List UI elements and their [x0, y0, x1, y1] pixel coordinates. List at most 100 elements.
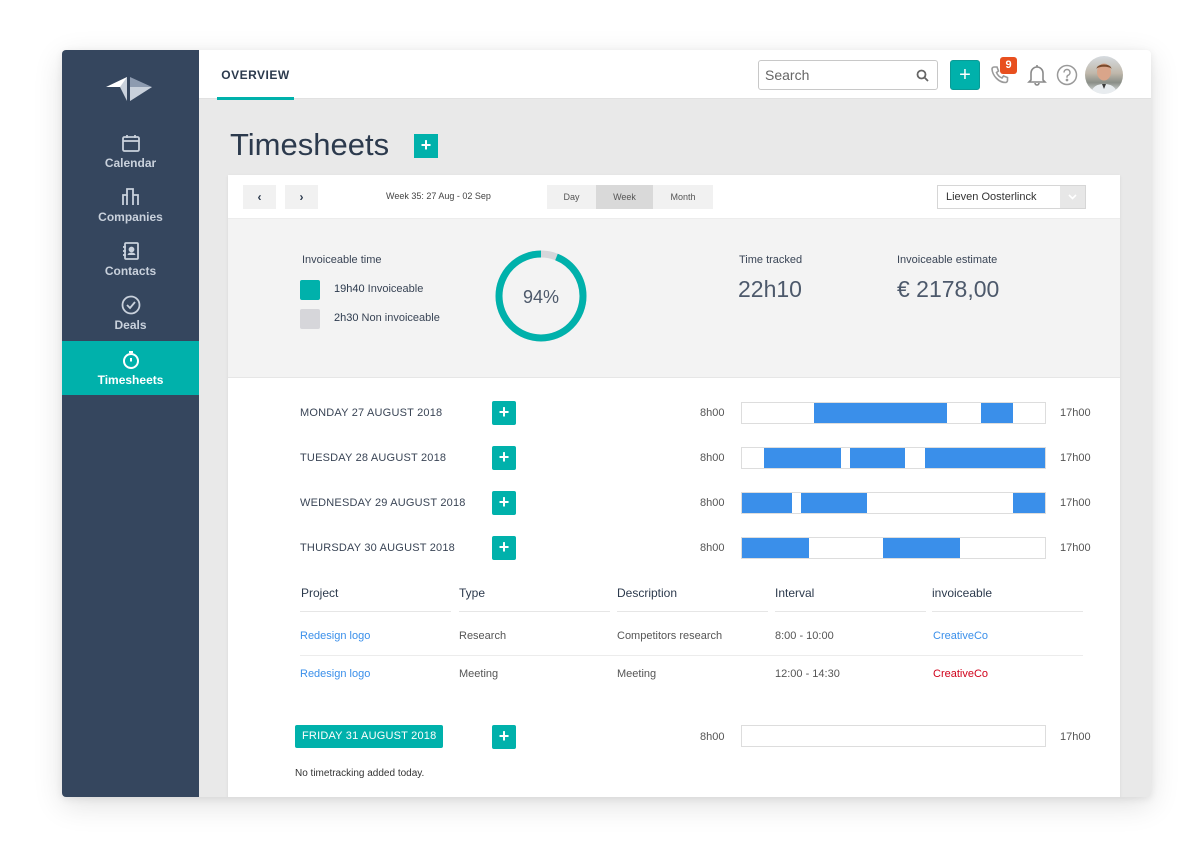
legend-label: Invoiceable — [367, 283, 424, 295]
prev-week-button[interactable]: ‹ — [243, 185, 276, 209]
legend-swatch-non-invoiceable — [300, 309, 320, 329]
timeline-end-label: 17h00 — [1060, 731, 1091, 743]
time-block[interactable] — [742, 493, 792, 513]
day-timeline[interactable] — [741, 492, 1046, 514]
sidebar-item-timesheets[interactable]: Timesheets — [62, 341, 199, 395]
day-timeline[interactable] — [741, 725, 1046, 747]
timeline-start-label: 8h00 — [700, 452, 725, 464]
client-link[interactable]: CreativeCo — [933, 630, 988, 642]
add-entry-button[interactable]: + — [492, 446, 516, 470]
description-cell: Meeting — [617, 668, 657, 680]
interval-cell: 8:00 - 10:00 — [775, 630, 834, 642]
add-entry-button[interactable]: + — [492, 536, 516, 560]
sidebar-item-label: Calendar — [104, 155, 157, 170]
time-block[interactable] — [883, 538, 961, 558]
timeline-end-label: 17h00 — [1060, 497, 1091, 509]
day-label: THURSDAY 30 AUGUST 2018 — [300, 542, 455, 554]
invoiceable-estimate-title: Invoiceable estimate — [897, 254, 998, 266]
help-icon[interactable] — [1056, 64, 1078, 86]
sidebar-item-deals[interactable]: Deals — [62, 286, 199, 340]
add-entry-button[interactable]: + — [492, 491, 516, 515]
type-cell: Research — [459, 630, 507, 642]
header-underline — [775, 611, 926, 612]
column-header-invoiceable[interactable]: invoiceable — [932, 586, 992, 600]
add-entry-button[interactable]: + — [492, 401, 516, 425]
app-window: Calendar Companies Contacts Deals Timesh… — [62, 50, 1151, 797]
quick-add-button[interactable]: + — [950, 60, 980, 90]
sidebar-item-companies[interactable]: Companies — [62, 178, 199, 232]
view-week-button[interactable]: Week — [596, 185, 653, 209]
header-underline — [459, 611, 610, 612]
add-timesheet-button[interactable]: + — [414, 134, 438, 158]
header-underline — [932, 611, 1083, 612]
stopwatch-icon — [122, 350, 139, 369]
sidebar-item-contacts[interactable]: Contacts — [62, 232, 199, 286]
user-select-value: Lieven Oosterlinck — [946, 191, 1037, 203]
day-label: MONDAY 27 AUGUST 2018 — [300, 407, 443, 419]
day-label-highlighted[interactable]: FRIDAY 31 AUGUST 2018 — [295, 725, 444, 748]
column-header-type[interactable]: Type — [459, 586, 485, 600]
view-month-button[interactable]: Month — [653, 185, 713, 209]
week-label: Week 35: 27 Aug - 02 Sep — [386, 191, 491, 201]
day-timeline[interactable] — [741, 447, 1046, 469]
contacts-icon — [122, 241, 139, 260]
client-link[interactable]: CreativeCo — [933, 668, 988, 680]
app-logo-icon[interactable] — [106, 74, 152, 102]
legend-value: 19h40 — [334, 283, 365, 295]
timeline-end-label: 17h00 — [1060, 407, 1091, 419]
legend-value: 2h30 — [334, 312, 359, 324]
time-block[interactable] — [814, 403, 948, 423]
check-circle-icon — [121, 295, 140, 314]
time-block[interactable] — [800, 493, 868, 513]
day-timeline[interactable] — [741, 402, 1046, 424]
summary-panel: Invoiceable time 19h40 Invoiceable 2h30 … — [228, 219, 1120, 378]
sidebar-item-calendar[interactable]: Calendar — [62, 124, 199, 178]
time-block[interactable] — [925, 448, 1045, 468]
day-timeline[interactable] — [741, 537, 1046, 559]
notifications-badge: 9 — [1000, 57, 1017, 74]
companies-icon — [121, 187, 139, 205]
top-bar: OVERVIEW + 9 — [199, 50, 1151, 100]
project-link[interactable]: Redesign logo — [300, 630, 370, 642]
legend-non-invoiceable: 2h30 Non invoiceable — [334, 312, 440, 324]
day-label: WEDNESDAY 29 AUGUST 2018 — [300, 497, 466, 509]
search-icon[interactable] — [916, 69, 929, 82]
time-block[interactable] — [981, 403, 1013, 423]
time-block[interactable] — [1013, 493, 1045, 513]
user-avatar[interactable] — [1085, 56, 1123, 94]
legend-invoiceable: 19h40 Invoiceable — [334, 283, 423, 295]
search-input[interactable] — [759, 61, 909, 89]
bell-icon[interactable] — [1027, 64, 1047, 86]
legend-label: Non invoiceable — [361, 312, 440, 324]
time-block[interactable] — [763, 448, 842, 468]
timeline-start-label: 8h00 — [700, 731, 725, 743]
timeline-start-label: 8h00 — [700, 407, 725, 419]
legend-swatch-invoiceable — [300, 280, 320, 300]
column-header-project[interactable]: Project — [301, 586, 338, 600]
next-week-button[interactable]: › — [285, 185, 318, 209]
sidebar-item-label: Contacts — [104, 263, 157, 278]
interval-cell: 12:00 - 14:30 — [775, 668, 840, 680]
column-header-description[interactable]: Description — [617, 586, 677, 600]
calendar-icon — [121, 134, 140, 152]
view-day-button[interactable]: Day — [547, 185, 596, 209]
donut-percent-label: 94% — [523, 287, 559, 307]
add-entry-button[interactable]: + — [492, 725, 516, 749]
timesheet-card: ‹ › Week 35: 27 Aug - 02 Sep Day Week Mo… — [228, 175, 1120, 797]
user-select[interactable]: Lieven Oosterlinck — [937, 185, 1086, 209]
header-underline — [617, 611, 768, 612]
search-field[interactable] — [758, 60, 938, 90]
sidebar-item-label: Timesheets — [97, 372, 164, 387]
time-tracked-title: Time tracked — [739, 254, 803, 266]
sidebar-item-label: Companies — [98, 209, 163, 224]
project-link[interactable]: Redesign logo — [300, 668, 370, 680]
time-block[interactable] — [742, 538, 810, 558]
chevron-down-icon[interactable] — [1060, 186, 1085, 208]
tab-overview[interactable]: OVERVIEW — [217, 50, 294, 100]
time-block[interactable] — [849, 448, 906, 468]
view-switcher: Day Week Month — [547, 185, 713, 209]
page-title: Timesheets — [230, 127, 390, 162]
day-label: TUESDAY 28 AUGUST 2018 — [300, 452, 447, 464]
sidebar: Calendar Companies Contacts Deals Timesh… — [62, 50, 199, 797]
column-header-interval[interactable]: Interval — [775, 586, 814, 600]
